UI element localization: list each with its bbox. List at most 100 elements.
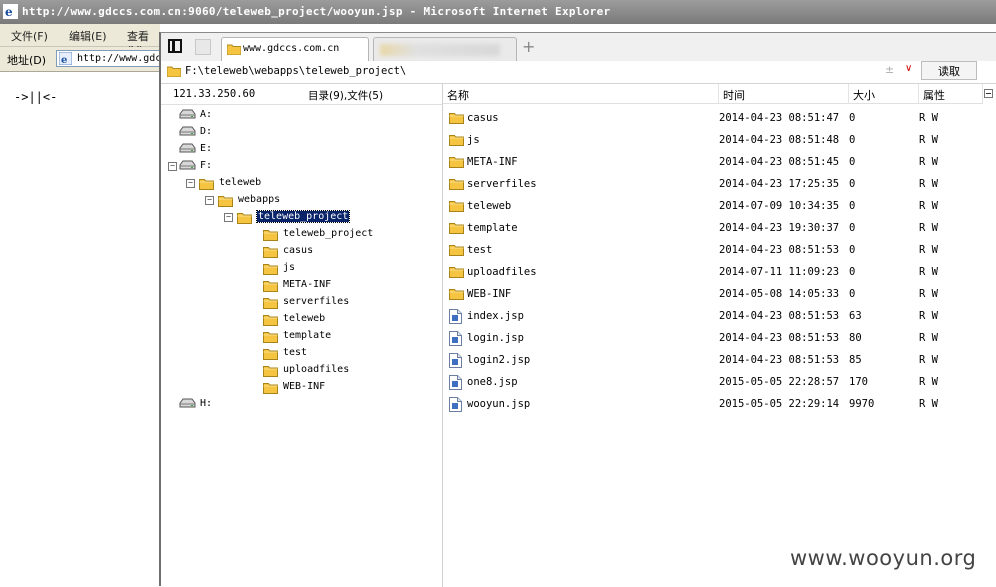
file-row[interactable]: index.jsp 2014-04-23 08:51:53 63 R W [443,306,983,328]
collapse-toggle-icon[interactable]: − [205,196,214,205]
path-history-icon[interactable]: ± [885,63,894,76]
folder-icon [218,196,233,207]
tree-node-label: A: [200,109,213,120]
address-label: 地址(D) [7,54,47,67]
blank-tab-icon[interactable] [195,39,211,55]
file-size: 0 [849,244,856,256]
folder-icon [263,264,278,275]
file-time: 2014-04-23 08:51:53 [719,244,840,256]
file-row[interactable]: one8.jsp 2015-05-05 22:28:57 170 R W [443,372,983,394]
file-icon [449,309,462,324]
ie-menu-bar: 文件(F) 编辑(E) 查看(V) [0,24,160,57]
file-size: 0 [849,200,856,212]
column-header-attr[interactable]: 属性 [919,84,983,104]
file-attr: R W [919,112,938,124]
file-time: 2014-04-23 08:51:45 [719,156,840,168]
folder-icon [263,247,278,258]
folder-icon [263,281,278,292]
tree-node-label: teleweb_project [283,228,374,239]
file-name: test [467,244,493,256]
file-size: 0 [849,156,856,168]
column-header-size[interactable]: 大小 [849,84,919,104]
path-bar: F:\teleweb\webapps\teleweb_project\ ± ∨ … [161,61,996,84]
folder-icon [263,349,278,360]
read-button[interactable]: 读取 [921,61,977,80]
file-row[interactable]: template 2014-04-23 19:30:37 0 R W [443,218,983,240]
file-row[interactable]: login2.jsp 2014-04-23 08:51:53 85 R W [443,350,983,372]
file-name: teleweb [467,200,512,212]
file-time: 2014-07-09 10:34:35 [719,200,840,212]
file-row[interactable]: uploadfiles 2014-07-11 11:09:23 0 R W [443,262,983,284]
file-time: 2014-04-23 19:30:37 [719,222,840,234]
file-row[interactable]: login.jsp 2014-04-23 08:51:53 80 R W [443,328,983,350]
tab-active[interactable]: www.gdccs.com.cn [221,37,369,61]
file-row[interactable]: serverfiles 2014-04-23 17:25:35 0 R W [443,174,983,196]
folder-icon [449,179,464,190]
page-body-text: ->||<- [14,90,58,104]
file-attr: R W [919,266,938,278]
collapse-button[interactable] [981,84,996,104]
collapse-toggle-icon[interactable]: − [186,179,195,188]
menu-edit[interactable]: 编辑(E) [69,28,107,44]
file-row[interactable]: wooyun.jsp 2015-05-05 22:29:14 9970 R W [443,394,983,416]
file-size: 0 [849,266,856,278]
file-icon [449,375,462,390]
tree-node-label: webapps [238,194,281,205]
file-icon [449,353,462,368]
file-size: 0 [849,222,856,234]
tree-node-label: teleweb [283,313,326,324]
folder-icon [449,245,464,256]
tree-node-label: casus [283,245,314,256]
file-size: 170 [849,376,868,388]
column-header-name[interactable]: 名称 [443,84,719,104]
file-row[interactable]: WEB-INF 2014-05-08 14:05:33 0 R W [443,284,983,306]
file-time: 2014-04-23 08:51:53 [719,354,840,366]
tab-blurred[interactable] [373,37,517,61]
file-attr: R W [919,354,938,366]
file-attr: R W [919,332,938,344]
folder-icon [263,366,278,377]
folder-icon [263,383,278,394]
file-size: 0 [849,134,856,146]
file-row[interactable]: casus 2014-04-23 08:51:47 0 R W [443,108,983,130]
file-size: 63 [849,310,862,322]
tree-node-label: template [283,330,332,341]
file-attr: R W [919,178,938,190]
ie-title-text: http://www.gdccs.com.cn:9060/teleweb_pro… [22,5,611,18]
file-time: 2015-05-05 22:28:57 [719,376,840,388]
file-row[interactable]: META-INF 2014-04-23 08:51:45 0 R W [443,152,983,174]
file-row[interactable]: teleweb 2014-07-09 10:34:35 0 R W [443,196,983,218]
column-header-time[interactable]: 时间 [719,84,849,104]
sidebar-toggle-icon[interactable] [168,39,182,53]
file-attr: R W [919,244,938,256]
collapse-toggle-icon[interactable]: − [224,213,233,222]
drive-icon [179,160,196,170]
folder-icon [449,289,464,300]
path-input[interactable]: F:\teleweb\webapps\teleweb_project\ [185,65,406,77]
server-ip: 121.33.250.60 [173,88,256,100]
tree-node-label: F: [200,160,213,171]
file-size: 0 [849,288,856,300]
address-input[interactable]: e http://www.gdccs.com.cn:9060/teleweb_p… [56,50,408,67]
file-name: one8.jsp [467,376,518,388]
new-tab-button[interactable]: + [522,37,535,56]
file-time: 2014-07-11 11:09:23 [719,266,840,278]
path-dropdown-icon[interactable]: ∨ [905,63,912,74]
file-attr: R W [919,398,938,410]
menu-file[interactable]: 文件(F) [11,28,48,44]
tab-active-label: www.gdccs.com.cn [243,43,340,54]
tree-node-label: META-INF [283,279,332,290]
folder-icon [449,135,464,146]
ie-title-bar: e http://www.gdccs.com.cn:9060/teleweb_p… [0,0,996,24]
drive-icon [179,143,196,153]
file-time: 2014-05-08 14:05:33 [719,288,840,300]
file-name: js [467,134,480,146]
file-row[interactable]: test 2014-04-23 08:51:53 0 R W [443,240,983,262]
file-row[interactable]: js 2014-04-23 08:51:48 0 R W [443,130,983,152]
file-icon [449,331,462,346]
collapse-toggle-icon[interactable]: − [168,162,177,171]
file-name: wooyun.jsp [467,398,531,410]
blurred-tab-content [380,44,500,56]
file-attr: R W [919,134,938,146]
ie-logo-icon: e [3,4,18,19]
